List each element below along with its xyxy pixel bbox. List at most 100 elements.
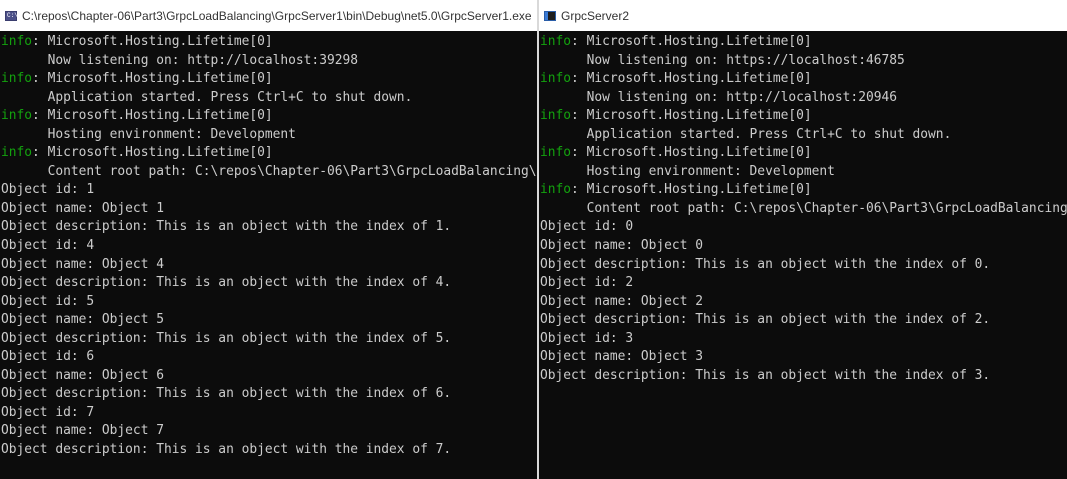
console-line-text: Application started. Press Ctrl+C to shu… bbox=[540, 126, 952, 142]
console-line-text: Object id: 1 bbox=[1, 182, 95, 198]
console-line: Object id: 6 bbox=[1, 348, 537, 367]
console-line: Object description: This is an object wi… bbox=[1, 218, 537, 237]
console-line-text: Object id: 7 bbox=[1, 404, 95, 420]
console-line-text: Object id: 6 bbox=[1, 349, 95, 365]
console-line: Object name: Object 0 bbox=[540, 237, 1067, 256]
console-line: Object description: This is an object wi… bbox=[1, 441, 537, 460]
log-level-label: info bbox=[1, 145, 33, 161]
console-line: Object description: This is an object wi… bbox=[1, 330, 537, 349]
console-line-text: Now listening on: http://localhost:20946 bbox=[540, 89, 897, 105]
console-line-text: Now listening on: http://localhost:39298 bbox=[1, 52, 358, 68]
console-line: Object description: This is an object wi… bbox=[540, 367, 1067, 386]
console-line: Object id: 4 bbox=[1, 237, 537, 256]
console-line-text: Object name: Object 0 bbox=[540, 238, 703, 254]
console-line-text: Content root path: C:\repos\Chapter-06\P… bbox=[47, 163, 537, 179]
console-line-text: Object description: This is an object wi… bbox=[540, 367, 991, 383]
console-line: info: Microsoft.Hosting.Lifetime[0] bbox=[540, 70, 1067, 89]
console-line: Object id: 5 bbox=[1, 293, 537, 312]
console-line-text: Object name: Object 3 bbox=[540, 349, 703, 365]
window-title: C:\repos\Chapter-06\Part3\GrpcLoadBalanc… bbox=[22, 8, 532, 23]
console-line-text: : Microsoft.Hosting.Lifetime[0] bbox=[571, 34, 812, 49]
console-line: info: Microsoft.Hosting.Lifetime[0] bbox=[540, 107, 1067, 126]
console-line: info: Microsoft.Hosting.Lifetime[0] bbox=[540, 144, 1067, 163]
console-output: info: Microsoft.Hosting.Lifetime[0] Now … bbox=[0, 31, 537, 460]
cmd-icon bbox=[5, 10, 18, 21]
console-output: info: Microsoft.Hosting.Lifetime[0] Now … bbox=[539, 31, 1067, 385]
console-line-text: Object name: Object 6 bbox=[1, 367, 164, 383]
console-line: Object id: 3 bbox=[540, 330, 1067, 349]
console-line: Object description: This is an object wi… bbox=[1, 274, 537, 293]
log-level-label: info bbox=[1, 34, 33, 49]
window-title-bar[interactable]: C:\repos\Chapter-06\Part3\GrpcLoadBalanc… bbox=[0, 0, 537, 31]
console-line-text: Application started. Press Ctrl+C to shu… bbox=[1, 89, 413, 105]
log-level-label: info bbox=[540, 145, 572, 161]
console-line: Object description: This is an object wi… bbox=[540, 256, 1067, 275]
console-line-text: Object id: 3 bbox=[540, 330, 634, 346]
console-line: Content root path: C:\repos\Chapter-06\P… bbox=[540, 200, 1067, 219]
console-line: Object id: 1 bbox=[1, 181, 537, 200]
console-window-grpcserver1[interactable]: C:\repos\Chapter-06\Part3\GrpcLoadBalanc… bbox=[0, 0, 537, 479]
log-level-label: info bbox=[540, 34, 572, 49]
log-level-label: info bbox=[540, 108, 572, 124]
window-title: GrpcServer2 bbox=[561, 8, 630, 23]
console-line: Object name: Object 3 bbox=[540, 348, 1067, 367]
console-line: info: Microsoft.Hosting.Lifetime[0] bbox=[540, 33, 1067, 52]
console-line-text: Object id: 5 bbox=[1, 293, 95, 309]
console-line: Object name: Object 4 bbox=[1, 256, 537, 275]
console-line: Hosting environment: Development bbox=[540, 163, 1067, 182]
console-line: Application started. Press Ctrl+C to shu… bbox=[540, 126, 1067, 145]
console-line-text: Object name: Object 5 bbox=[1, 312, 164, 328]
console-line-text: : Microsoft.Hosting.Lifetime[0] bbox=[32, 34, 273, 49]
console-line: Now listening on: https://localhost:4678… bbox=[540, 52, 1067, 71]
console-line-text: Object name: Object 7 bbox=[1, 423, 164, 439]
console-line: Hosting environment: Development bbox=[1, 126, 537, 145]
console-line: Object name: Object 6 bbox=[1, 367, 537, 386]
console-line-text: Hosting environment: Development bbox=[540, 163, 835, 179]
console-line: info: Microsoft.Hosting.Lifetime[0] bbox=[540, 181, 1067, 200]
console-line-text: : Microsoft.Hosting.Lifetime[0] bbox=[32, 108, 273, 124]
console-line: Object id: 7 bbox=[1, 404, 537, 423]
console-line-text: Object name: Object 2 bbox=[540, 293, 703, 309]
log-level-label: info bbox=[1, 108, 33, 124]
console-line-text: Object description: This is an object wi… bbox=[1, 275, 452, 291]
console-line-text: Content root path: C:\repos\Chapter-06\P… bbox=[586, 200, 1067, 216]
console-line-text: : Microsoft.Hosting.Lifetime[0] bbox=[571, 71, 812, 87]
console-line: Application started. Press Ctrl+C to shu… bbox=[1, 89, 537, 108]
console-window-grpcserver2[interactable]: GrpcServer2 info: Microsoft.Hosting.Life… bbox=[539, 0, 1067, 479]
console-line-text: Object description: This is an object wi… bbox=[1, 386, 452, 402]
console-line: Object description: This is an object wi… bbox=[1, 385, 537, 404]
log-level-label: info bbox=[540, 71, 572, 87]
console-line-text: Object id: 2 bbox=[540, 275, 634, 291]
console-line: info: Microsoft.Hosting.Lifetime[0] bbox=[1, 144, 537, 163]
console-line: info: Microsoft.Hosting.Lifetime[0] bbox=[1, 70, 537, 89]
console-line-text: Object id: 0 bbox=[540, 219, 634, 235]
console-line-text: : Microsoft.Hosting.Lifetime[0] bbox=[32, 71, 273, 87]
console-line: Object id: 2 bbox=[540, 274, 1067, 293]
console-line: Object name: Object 2 bbox=[540, 293, 1067, 312]
console-line-text: : Microsoft.Hosting.Lifetime[0] bbox=[571, 145, 812, 161]
console-line-text: Object description: This is an object wi… bbox=[1, 442, 452, 458]
log-level-label: info bbox=[540, 182, 572, 198]
console-line-text: Object name: Object 1 bbox=[1, 200, 164, 216]
console-line: Object name: Object 7 bbox=[1, 422, 537, 441]
console-line-text: Now listening on: https://localhost:4678… bbox=[540, 52, 905, 68]
console-line-text: : Microsoft.Hosting.Lifetime[0] bbox=[571, 182, 812, 198]
window-title-bar[interactable]: GrpcServer2 bbox=[539, 0, 1067, 31]
console-line: Object description: This is an object wi… bbox=[540, 311, 1067, 330]
console-line: info: Microsoft.Hosting.Lifetime[0] bbox=[1, 33, 537, 52]
console-line: Now listening on: http://localhost:39298 bbox=[1, 52, 537, 71]
console-line-text: Object id: 4 bbox=[1, 238, 95, 254]
console-line-text: : Microsoft.Hosting.Lifetime[0] bbox=[32, 145, 273, 161]
log-level-label: info bbox=[1, 71, 33, 87]
console-line-text: Object description: This is an object wi… bbox=[1, 330, 452, 346]
console-line-text: Object name: Object 4 bbox=[1, 256, 164, 272]
console-line-text: Object description: This is an object wi… bbox=[540, 256, 991, 272]
console-line: Object name: Object 1 bbox=[1, 200, 537, 219]
console-line-text: Hosting environment: Development bbox=[1, 126, 296, 142]
console-line: Object name: Object 5 bbox=[1, 311, 537, 330]
console-app-icon bbox=[544, 10, 556, 21]
console-line-text: Object description: This is an object wi… bbox=[540, 312, 991, 328]
console-line-text: Object description: This is an object wi… bbox=[1, 219, 452, 235]
console-line: Object id: 0 bbox=[540, 218, 1067, 237]
console-line: Content root path: C:\repos\Chapter-06\P… bbox=[1, 163, 537, 182]
